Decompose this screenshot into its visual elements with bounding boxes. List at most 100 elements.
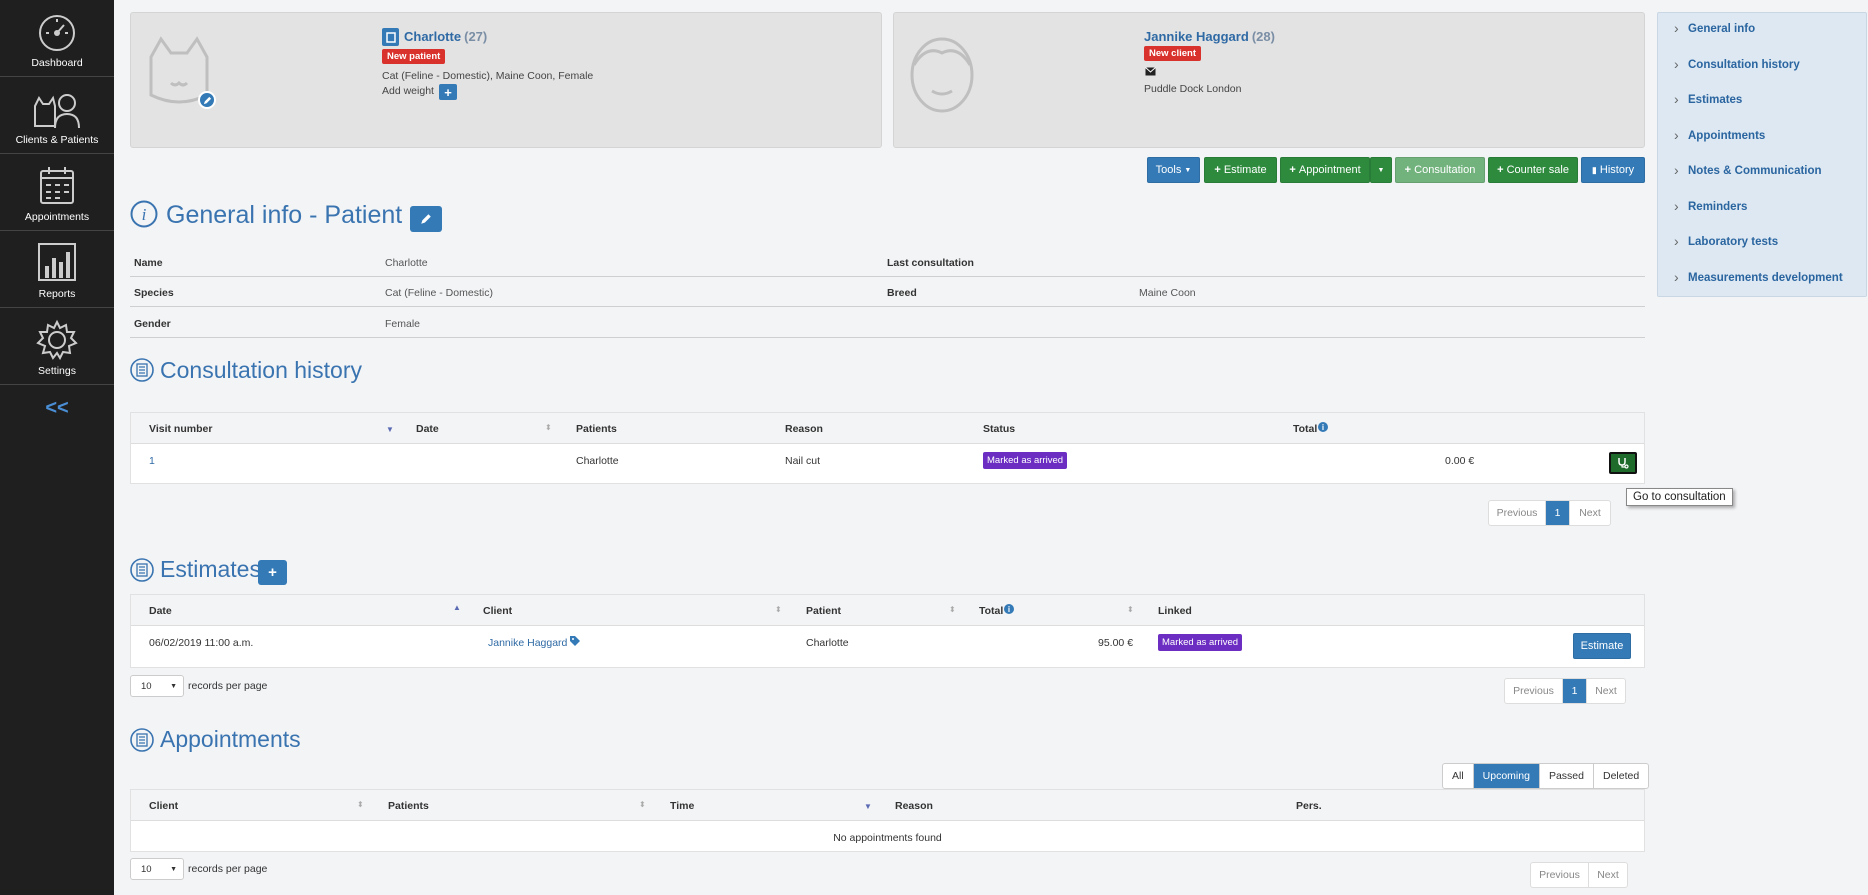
plus-icon: + xyxy=(1214,164,1221,176)
sort-icon[interactable]: ⬍ xyxy=(545,423,552,432)
nav-label: Reports xyxy=(38,288,76,300)
breed-value: Maine Coon xyxy=(1139,287,1196,299)
history-button[interactable]: ▮ History xyxy=(1581,157,1645,183)
status-badge: Marked as arrived xyxy=(983,452,1068,469)
records-per-page-select[interactable]: 10 ▼ xyxy=(130,858,184,880)
go-to-consultation-button[interactable] xyxy=(1609,452,1637,474)
nav-clients-patients[interactable]: Clients & Patients xyxy=(0,77,114,154)
col-patient[interactable]: Patient xyxy=(806,605,841,617)
row-patient: Charlotte xyxy=(576,455,619,467)
counter-sale-label: Counter sale xyxy=(1506,164,1569,176)
sort-desc-icon[interactable]: ▼ xyxy=(864,802,872,811)
records-per-page-select[interactable]: 10 ▼ xyxy=(130,675,184,697)
pagination-previous[interactable]: Previous xyxy=(1505,679,1563,703)
last-consultation-label: Last consultation xyxy=(887,257,974,269)
pagination-previous[interactable]: Previous xyxy=(1489,501,1546,525)
info-circle-icon[interactable]: i xyxy=(1004,604,1014,614)
name-label: Name xyxy=(134,257,163,269)
tools-dropdown-button[interactable]: Tools ▼ xyxy=(1147,157,1200,183)
section-link-appointments[interactable]: Appointments xyxy=(1674,127,1765,143)
clients-patients-icon xyxy=(34,94,80,129)
add-weight-button[interactable]: + xyxy=(439,84,457,100)
consultation-label: Consultation xyxy=(1414,164,1476,176)
col-date[interactable]: Date xyxy=(149,605,172,617)
edit-avatar-button[interactable] xyxy=(198,91,216,109)
col-patients[interactable]: Patients xyxy=(388,800,429,812)
col-time[interactable]: Time xyxy=(670,800,694,812)
envelope-icon[interactable] xyxy=(1145,67,1156,76)
sort-icon[interactable]: ⬍ xyxy=(639,800,646,809)
estimates-table: Date ▲ Client ⬍ Patient ⬍ Total i ⬍ Link… xyxy=(130,594,1645,668)
plus-icon: + xyxy=(1404,164,1412,176)
book-icon: ▮ xyxy=(1591,164,1597,175)
pagination-page[interactable]: 1 xyxy=(1546,501,1570,525)
nav-settings[interactable]: Settings xyxy=(0,308,114,385)
pagination-previous[interactable]: Previous xyxy=(1531,863,1589,887)
col-date[interactable]: Date xyxy=(416,423,439,435)
records-per-page-label: records per page xyxy=(188,680,268,692)
sort-icon[interactable]: ⬍ xyxy=(949,605,956,614)
consultation-history-title: Consultation history xyxy=(160,357,362,383)
col-total[interactable]: Total xyxy=(979,605,1003,617)
tag-icon[interactable] xyxy=(569,635,581,647)
section-navigation: General info Consultation history Estima… xyxy=(1657,12,1867,297)
visit-number-link[interactable]: 1 xyxy=(149,455,155,467)
pagination-page[interactable]: 1 xyxy=(1563,679,1587,703)
appointment-dropdown-button[interactable]: ▼ xyxy=(1370,157,1392,183)
row-client-link[interactable]: Jannike Haggard xyxy=(488,637,567,649)
edit-patient-button[interactable] xyxy=(410,206,442,232)
patient-book-icon[interactable] xyxy=(382,28,399,46)
collapse-sidebar-button[interactable]: << xyxy=(0,397,114,420)
client-address: Puddle Dock London xyxy=(1144,83,1242,95)
gear-icon xyxy=(36,319,78,361)
consultation-button[interactable]: + Consultation xyxy=(1395,157,1485,183)
records-per-page-label: records per page xyxy=(188,863,268,875)
table-header: Date ▲ Client ⬍ Patient ⬍ Total i ⬍ Link… xyxy=(131,595,1644,626)
section-link-general-info[interactable]: General info xyxy=(1674,20,1755,36)
col-visit-number[interactable]: Visit number xyxy=(149,423,212,435)
nav-reports[interactable]: Reports xyxy=(0,231,114,308)
appointments-filter: All Upcoming Passed Deleted xyxy=(1442,763,1650,789)
new-patient-badge: New patient xyxy=(382,49,446,64)
info-circle-icon[interactable]: i xyxy=(1318,422,1328,432)
appointment-button[interactable]: + Appointment xyxy=(1280,157,1370,183)
section-link-reminders[interactable]: Reminders xyxy=(1674,198,1748,214)
sort-icon[interactable]: ⬍ xyxy=(1127,605,1134,614)
counter-sale-button[interactable]: + Counter sale xyxy=(1488,157,1578,183)
sort-icon[interactable]: ⬍ xyxy=(775,605,782,614)
sort-icon[interactable]: ⬍ xyxy=(357,800,364,809)
estimates-records-per-page: 10 ▼ records per page xyxy=(130,675,267,697)
section-link-laboratory-tests[interactable]: Laboratory tests xyxy=(1674,233,1778,249)
bar-chart-icon xyxy=(38,243,76,281)
col-client[interactable]: Client xyxy=(483,605,512,617)
section-link-consultation-history[interactable]: Consultation history xyxy=(1674,56,1800,72)
plus-icon: + xyxy=(444,84,452,100)
filter-passed[interactable]: Passed xyxy=(1540,764,1594,788)
pagination-next[interactable]: Next xyxy=(1587,679,1625,703)
add-estimate-button[interactable]: + xyxy=(258,560,287,585)
table-header: Client ⬍ Patients ⬍ Time ▼ Reason Pers. xyxy=(131,790,1644,821)
filter-all[interactable]: All xyxy=(1443,764,1474,788)
sort-asc-icon[interactable]: ▲ xyxy=(453,603,461,612)
nav-appointments[interactable]: Appointments xyxy=(0,154,114,231)
row-reason: Nail cut xyxy=(785,455,821,467)
pagination-next[interactable]: Next xyxy=(1570,501,1610,525)
section-link-measurements-development[interactable]: Measurements development xyxy=(1674,269,1843,285)
filter-deleted[interactable]: Deleted xyxy=(1594,764,1648,788)
appointments-pagination: Previous Next xyxy=(1530,862,1628,888)
tools-label: Tools xyxy=(1155,164,1182,176)
new-client-badge: New client xyxy=(1144,46,1201,61)
nav-dashboard[interactable]: Dashboard xyxy=(0,0,114,77)
open-estimate-button[interactable]: Estimate xyxy=(1573,633,1631,659)
section-link-estimates[interactable]: Estimates xyxy=(1674,91,1742,107)
client-name-link[interactable]: Jannike Haggard xyxy=(1144,29,1249,44)
pagination-next[interactable]: Next xyxy=(1589,863,1627,887)
species-value: Cat (Feline - Domestic) xyxy=(385,287,493,299)
section-link-notes-communication[interactable]: Notes & Communication xyxy=(1674,162,1821,178)
records-per-page-value: 10 xyxy=(141,863,152,875)
estimate-button[interactable]: + Estimate xyxy=(1204,157,1277,183)
col-client[interactable]: Client xyxy=(149,800,178,812)
filter-upcoming[interactable]: Upcoming xyxy=(1473,764,1540,788)
sort-desc-icon[interactable]: ▼ xyxy=(386,425,394,434)
patient-name-link[interactable]: Charlotte xyxy=(404,29,461,44)
